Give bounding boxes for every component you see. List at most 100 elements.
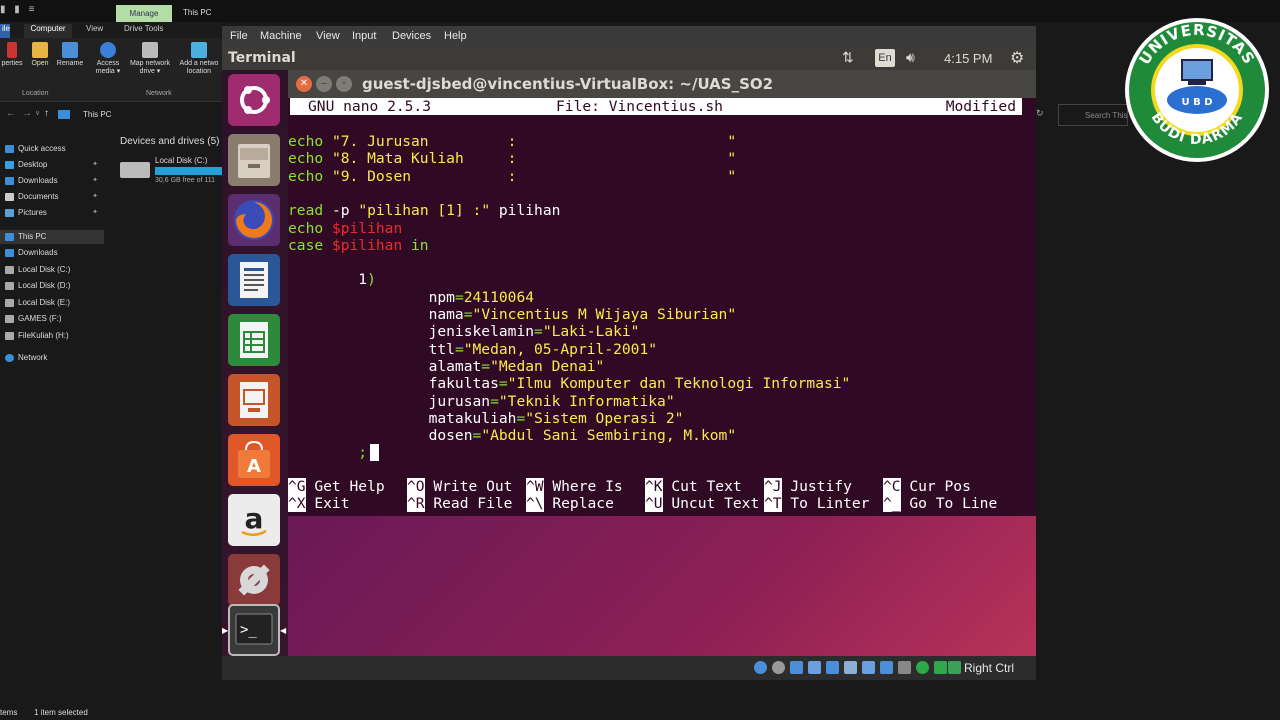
nav-network[interactable]: Network (0, 351, 104, 365)
up-arrow-icon[interactable]: ↑ (44, 108, 49, 119)
shortcut-key: ^U (645, 495, 663, 513)
rename-button[interactable]: Rename (55, 42, 85, 68)
nav-games-f[interactable]: GAMES (F:) (0, 312, 104, 326)
address-path: This PC (83, 110, 112, 119)
terminal-title: guest-djsbed@vincentius-VirtualBox: ~/UA… (362, 75, 774, 93)
shortcut-where-is[interactable]: ^W Where Is (526, 478, 623, 495)
keyboard-capture-icon[interactable] (948, 661, 961, 674)
nav-local-disk-c[interactable]: Local Disk (C:) (0, 263, 104, 277)
keyboard-layout-indicator[interactable]: En (875, 49, 895, 67)
libreoffice-writer-button[interactable] (228, 254, 280, 306)
volume-icon[interactable]: 🔊︎ (906, 49, 915, 66)
menu-machine[interactable]: Machine (260, 30, 302, 42)
close-icon[interactable]: ✕ (296, 76, 312, 92)
clock[interactable]: 4:15 PM (944, 51, 992, 66)
properties-button[interactable]: perties (0, 42, 24, 68)
display-icon[interactable] (862, 661, 875, 674)
nav-downloads[interactable]: Downloads ✦ (0, 174, 104, 188)
tab-file[interactable]: ile (0, 24, 10, 38)
code-token: read (288, 202, 324, 220)
nav-pictures[interactable]: Pictures ✦ (0, 206, 104, 220)
libreoffice-impress-button[interactable] (228, 374, 280, 426)
shortcut-cut-text[interactable]: ^K Cut Text (645, 478, 742, 495)
terminal-window[interactable]: ✕ – ▫ guest-djsbed@vincentius-VirtualBox… (288, 70, 1036, 516)
hard-disk-icon[interactable] (754, 661, 767, 674)
tab-drive-tools[interactable]: Drive Tools (124, 24, 163, 33)
manage-tab[interactable]: Manage (116, 5, 172, 22)
nav-documents[interactable]: Documents ✦ (0, 190, 104, 204)
amazon-button[interactable]: a (228, 494, 280, 546)
nav-local-disk-e[interactable]: Local Disk (E:) (0, 296, 104, 310)
software-center-button[interactable]: A (228, 434, 280, 486)
minimize-icon[interactable]: – (316, 76, 332, 92)
shared-folders-icon[interactable] (844, 661, 857, 674)
open-button[interactable]: Open (28, 42, 52, 68)
maximize-icon[interactable]: ▫ (336, 76, 352, 92)
menu-view[interactable]: View (316, 30, 340, 42)
nav-local-disk-d[interactable]: Local Disk (D:) (0, 279, 104, 293)
back-arrow-icon[interactable]: ← (6, 108, 16, 119)
nano-editor[interactable]: GNU nano 2.5.3 File: Vincentius.sh Modif… (288, 98, 1036, 516)
terminal-titlebar[interactable]: ✕ – ▫ guest-djsbed@vincentius-VirtualBox… (288, 70, 1036, 98)
code-token: 1 (288, 271, 368, 289)
nav-desktop[interactable]: Desktop ✦ (0, 158, 104, 172)
menu-file[interactable]: File (230, 30, 248, 42)
libreoffice-calc-button[interactable] (228, 314, 280, 366)
shortcut-go-to-line[interactable]: ^_ Go To Line (883, 495, 997, 513)
terminal-icon: >_ (235, 613, 273, 645)
network-adapter-icon[interactable] (808, 661, 821, 674)
gear-icon[interactable]: ⚙ (1010, 48, 1024, 68)
nav-quick-access[interactable]: Quick access (0, 142, 104, 156)
shortcut-read-file[interactable]: ^R Read File (407, 495, 512, 513)
shortcut-key: ^W (526, 478, 544, 495)
video-capture-icon[interactable] (880, 661, 893, 674)
access-media-button[interactable]: Access media ▾ (92, 42, 124, 76)
mouse-integration-icon[interactable] (934, 661, 947, 674)
cpu-icon[interactable] (898, 661, 911, 674)
shortcut-to-linter[interactable]: ^T To Linter (764, 495, 869, 513)
files-button[interactable] (228, 134, 280, 186)
map-network-drive-button[interactable]: Map network drive ▾ (126, 42, 174, 76)
menu-help[interactable]: Help (444, 30, 467, 42)
add-network-location-button[interactable]: Add a netwo location (176, 42, 222, 76)
nav-this-pc[interactable]: This PC (0, 230, 104, 244)
tab-computer[interactable]: Computer (24, 24, 72, 38)
usb-icon[interactable] (826, 661, 839, 674)
forward-arrow-icon[interactable]: → (22, 108, 32, 119)
recent-chevron-icon[interactable]: ∨ (35, 109, 40, 117)
drive-tile-c[interactable]: Local Disk (C:) 30,6 GB free of 111 (120, 154, 230, 188)
shortcut-get-help[interactable]: ^G Get Help (288, 478, 385, 495)
network-arrows-icon[interactable]: ⇅ (842, 49, 854, 66)
status-selection: 1 item selected (34, 708, 88, 717)
tab-view[interactable]: View (86, 24, 103, 33)
code-token: alamat (288, 357, 482, 375)
shortcut-uncut-text[interactable]: ^U Uncut Text (645, 495, 759, 513)
shortcut-key: ^X (288, 495, 306, 513)
shortcut-cur-pos[interactable]: ^C Cur Pos (883, 478, 971, 495)
audio-icon[interactable] (790, 661, 803, 674)
code-line: npm=24110064 (288, 289, 534, 306)
search-input[interactable]: Search This PC (1058, 104, 1128, 126)
shortcut-replace[interactable]: ^\ Replace (526, 495, 614, 513)
refresh-icon[interactable]: ↻ (1036, 108, 1050, 122)
code-line: dosen="Abdul Sani Sembiring, M.kom" (288, 427, 737, 444)
optical-drive-icon[interactable] (772, 661, 785, 674)
address-bar[interactable]: ← → ∨ ↑ This PC (0, 106, 222, 124)
shortcut-write-out[interactable]: ^O Write Out (407, 478, 512, 495)
devices-and-drives-header[interactable]: Devices and drives (5) (120, 136, 219, 147)
quick-access-toolbar[interactable]: ▮ ▮ ≡ (0, 4, 37, 15)
shortcut-exit[interactable]: ^X Exit (288, 495, 350, 513)
system-settings-button[interactable] (228, 554, 280, 606)
terminal-button[interactable]: >_ (228, 604, 280, 656)
guest-additions-icon[interactable] (916, 661, 929, 674)
shortcut-justify[interactable]: ^J Justify (764, 478, 852, 495)
firefox-button[interactable] (228, 194, 280, 246)
ubuntu-dash-button[interactable] (228, 74, 280, 126)
shortcut-key: ^O (407, 478, 425, 495)
menu-devices[interactable]: Devices (392, 30, 431, 42)
active-indicator-left-icon: ▶ (222, 626, 229, 635)
menu-input[interactable]: Input (352, 30, 376, 42)
nano-filename: File: Vincentius.sh (556, 98, 723, 115)
nav-downloads-pc[interactable]: Downloads (0, 246, 104, 260)
nav-filekuliah-h[interactable]: FileKuliah (H:) (0, 329, 104, 343)
